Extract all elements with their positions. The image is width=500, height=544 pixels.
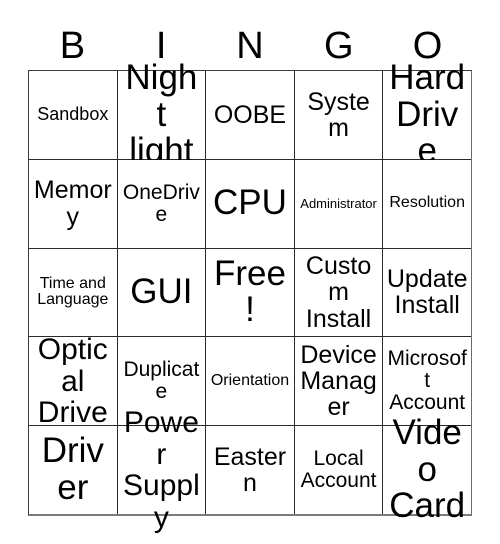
bingo-row: Time and Language GUI Free! Custom Insta… [29, 247, 471, 337]
bingo-cell-o1[interactable]: Hard Drive [382, 59, 471, 169]
bingo-cell-label: OOBE [213, 100, 287, 129]
bingo-row: Driver Power Supply Eastern Local Accoun… [29, 407, 471, 533]
bingo-cell-i1[interactable]: Night light [116, 59, 206, 169]
bingo-cell-label: Resolution [389, 194, 465, 212]
bingo-cell-o3[interactable]: Update Install [382, 248, 471, 337]
bingo-cell-i5[interactable]: Power Supply [116, 407, 206, 533]
bingo-cell-g2[interactable]: Administrator [293, 159, 383, 248]
bingo-cell-label: Update Install [386, 265, 468, 320]
bingo-cell-o5[interactable]: Video Card [382, 414, 471, 524]
bingo-cell-label: Memory [33, 176, 112, 231]
bingo-row: Memory OneDrive CPU Administrator Resolu… [29, 158, 471, 248]
bingo-cell-label: GUI [130, 272, 193, 312]
bingo-cell-label: Custom Install [305, 252, 372, 333]
bingo-cell-n5[interactable]: Eastern [205, 426, 294, 514]
bingo-grid: Sandbox Night light OOBE System Hard Dri… [28, 59, 472, 533]
bingo-cell-label: Video Card [389, 412, 466, 526]
bingo-cell-b3[interactable]: Time and Language [29, 248, 117, 337]
bingo-cell-label: Microsoft Account [387, 347, 467, 415]
bingo-row: Sandbox Night light OOBE System Hard Dri… [29, 59, 471, 169]
bingo-cell-label: Driver [41, 431, 104, 508]
bingo-row: Optical Drive Duplicate Orientation Devi… [29, 334, 471, 428]
bingo-cell-label: Eastern [213, 442, 287, 498]
bingo-cell-label: Power Supply [123, 406, 200, 534]
bingo-cell-label: Sandbox [37, 104, 109, 125]
bingo-cell-g1[interactable]: System [293, 71, 383, 159]
bingo-cell-label: Free! [214, 253, 286, 330]
bingo-cell-label: Night light [125, 57, 198, 171]
bingo-cell-label: Device Manager [300, 340, 377, 422]
bingo-cell-i3[interactable]: GUI [116, 248, 206, 337]
bingo-cell-n4[interactable]: Orientation [205, 337, 294, 426]
bingo-cell-b2[interactable]: Memory [29, 159, 117, 248]
bingo-cell-g3[interactable]: Custom Install [293, 248, 383, 337]
header-letter-n: N [236, 25, 264, 67]
bingo-cell-label: Duplicate [123, 358, 200, 404]
bingo-cell-i2[interactable]: OneDrive [116, 159, 206, 248]
header-letter-g: G [324, 25, 354, 67]
header-letter-b: B [59, 25, 86, 67]
bingo-cell-g4[interactable]: Device Manager [293, 337, 383, 426]
bingo-cell-label: CPU [213, 183, 287, 223]
bingo-cell-label: Optical Drive [37, 333, 108, 430]
bingo-cell-label: OneDrive [122, 180, 200, 226]
bingo-cell-b1[interactable]: Sandbox [29, 71, 117, 159]
bingo-cell-label: Time and Language [37, 274, 109, 309]
bingo-cell-g5[interactable]: Local Account [293, 426, 383, 514]
bingo-cell-b4[interactable]: Optical Drive [29, 334, 117, 428]
bingo-cell-label: Orientation [210, 371, 290, 389]
bingo-cell-label: Hard Drive [389, 57, 466, 171]
bingo-cell-label: Local Account [300, 447, 377, 493]
bingo-cell-n1[interactable]: OOBE [205, 71, 294, 159]
bingo-card: B I N G O Sandbox Night light OOBE Syste… [0, 0, 500, 544]
bingo-cell-b5[interactable]: Driver [29, 426, 117, 514]
bingo-cell-n2[interactable]: CPU [205, 159, 294, 248]
bingo-cell-free[interactable]: Free! [205, 248, 294, 337]
bingo-cell-label: Administrator [300, 195, 377, 211]
bingo-cell-o2[interactable]: Resolution [382, 159, 471, 248]
bingo-cell-label: System [307, 87, 370, 142]
